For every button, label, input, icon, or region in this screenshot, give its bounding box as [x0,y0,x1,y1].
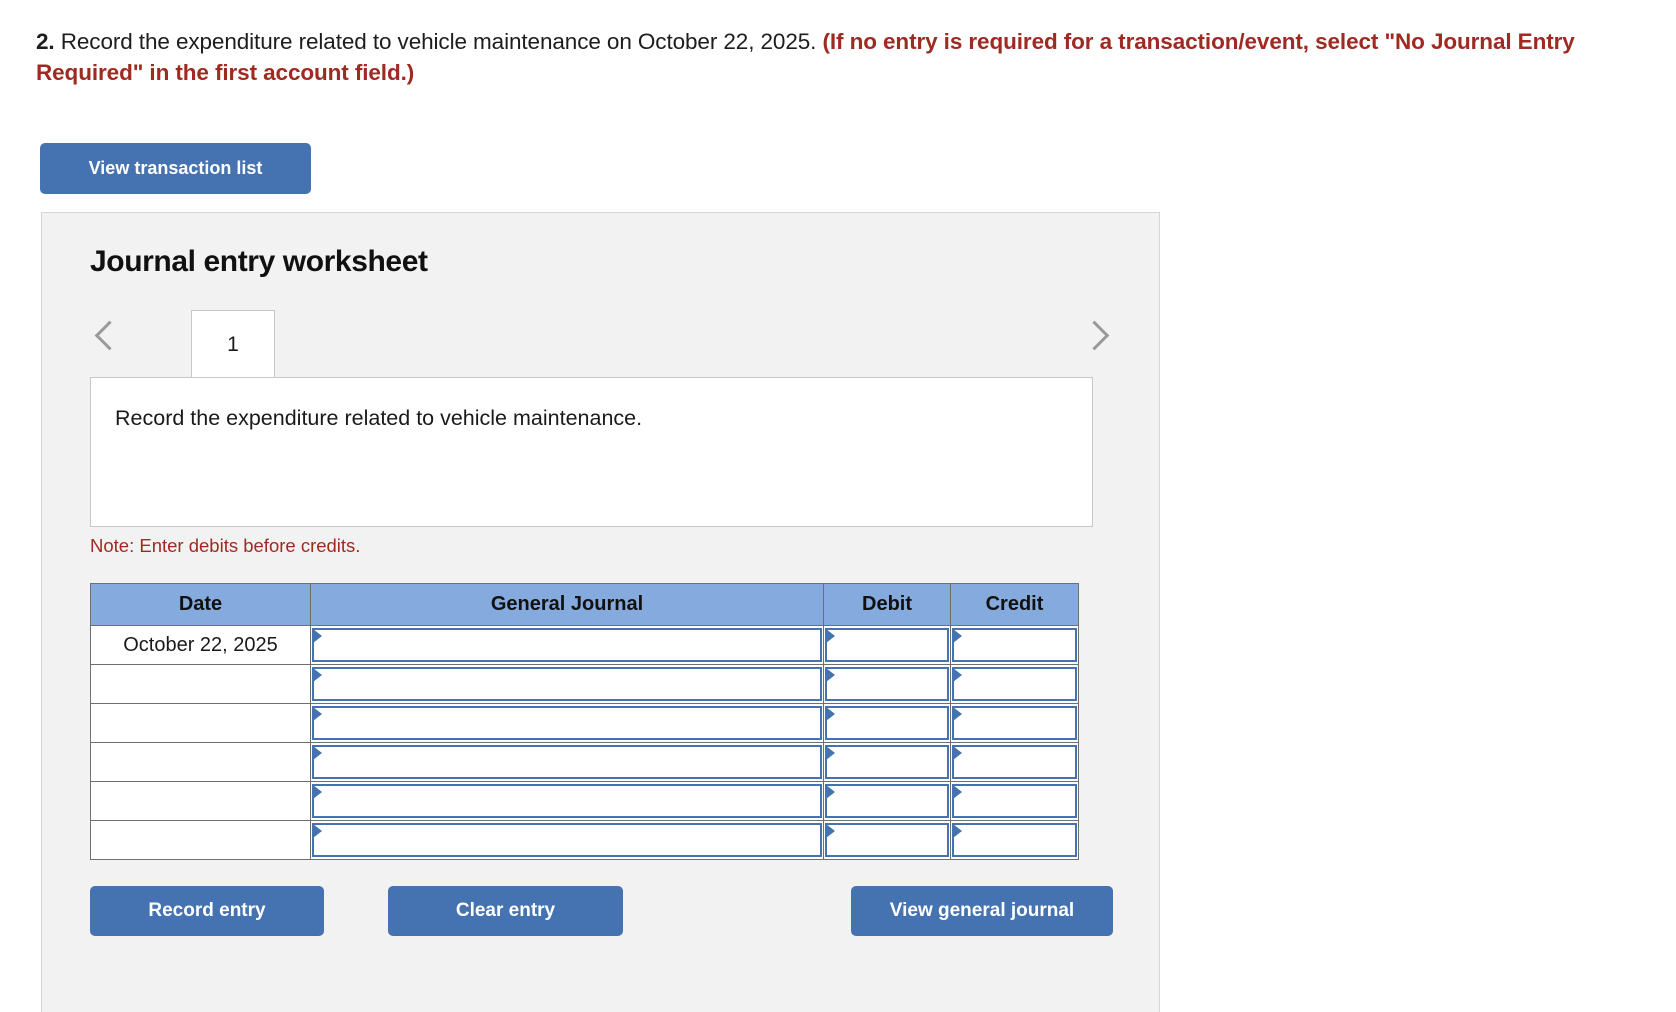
credit-input-wrapper [952,706,1077,740]
table-header-row: Date General Journal Debit Credit [90,583,1079,626]
column-header-date: Date [90,583,311,626]
worksheet-title: Journal entry worksheet [90,245,428,278]
cell-credit [950,703,1079,743]
journal-entry-worksheet-panel: Journal entry worksheet 1 Record the exp… [41,212,1160,1012]
question-statement: 2. Record the expenditure related to veh… [36,26,1656,88]
journal-entry-table: Date General Journal Debit Credit Octobe… [90,583,1079,860]
cell-debit [823,664,951,704]
debit-input[interactable] [825,745,949,779]
account-select-wrapper [312,823,822,857]
debit-input-wrapper [825,745,949,779]
cell-credit [950,820,1079,860]
cell-general-journal [310,781,824,821]
debit-input[interactable] [825,706,949,740]
cell-date [90,820,311,860]
debit-input[interactable] [825,823,949,857]
credit-input-wrapper [952,628,1077,662]
column-header-debit: Debit [823,583,951,626]
account-select[interactable] [312,667,822,701]
cell-debit [823,703,951,743]
account-select[interactable] [312,823,822,857]
debit-input[interactable] [825,784,949,818]
table-row: October 22, 2025 [90,625,1079,665]
column-header-general-journal: General Journal [310,583,824,626]
account-select[interactable] [312,706,822,740]
debit-input[interactable] [825,628,949,662]
cell-general-journal [310,664,824,704]
question-number: 2. [36,29,55,54]
credit-input-wrapper [952,784,1077,818]
debit-input-wrapper [825,667,949,701]
cell-general-journal [310,625,824,665]
entry-description-text: Record the expenditure related to vehicl… [115,406,643,430]
cell-credit [950,742,1079,782]
account-select[interactable] [312,628,822,662]
cell-general-journal [310,703,824,743]
cell-credit [950,625,1079,665]
account-select-wrapper [312,667,822,701]
debits-before-credits-note: Note: Enter debits before credits. [90,535,361,556]
cell-credit [950,664,1079,704]
credit-input-wrapper [952,823,1077,857]
debit-input[interactable] [825,667,949,701]
cell-general-journal [310,742,824,782]
credit-input[interactable] [952,745,1077,779]
debit-input-wrapper [825,628,949,662]
credit-input-wrapper [952,667,1077,701]
table-row [90,742,1079,782]
cell-debit [823,625,951,665]
table-row [90,820,1079,860]
credit-input[interactable] [952,628,1077,662]
table-row [90,781,1079,821]
debit-input-wrapper [825,784,949,818]
journal-entry-table-body: October 22, 2025 [90,625,1079,860]
view-transaction-list-button[interactable]: View transaction list [40,143,311,194]
cell-debit [823,742,951,782]
table-row [90,664,1079,704]
view-general-journal-button[interactable]: View general journal [851,886,1113,936]
credit-input-wrapper [952,745,1077,779]
cell-date [90,664,311,704]
debit-input-wrapper [825,823,949,857]
account-select[interactable] [312,745,822,779]
cell-debit [823,820,951,860]
record-entry-button[interactable]: Record entry [90,886,324,936]
account-select-wrapper [312,745,822,779]
worksheet-tab-1[interactable]: 1 [191,310,275,378]
clear-entry-button[interactable]: Clear entry [388,886,623,936]
account-select-wrapper [312,706,822,740]
credit-input[interactable] [952,667,1077,701]
column-header-credit: Credit [950,583,1079,626]
worksheet-tab-strip: 1 [90,310,1113,378]
cell-debit [823,781,951,821]
debit-input-wrapper [825,706,949,740]
question-text: Record the expenditure related to vehicl… [54,29,823,54]
cell-date [90,742,311,782]
cell-date: October 22, 2025 [90,625,311,665]
credit-input[interactable] [952,706,1077,740]
account-select[interactable] [312,784,822,818]
account-select-wrapper [312,784,822,818]
table-row [90,703,1079,743]
entry-description-box: Record the expenditure related to vehicl… [90,377,1093,527]
account-select-wrapper [312,628,822,662]
cell-date [90,703,311,743]
cell-general-journal [310,820,824,860]
credit-input[interactable] [952,784,1077,818]
cell-credit [950,781,1079,821]
credit-input[interactable] [952,823,1077,857]
cell-date [90,781,311,821]
